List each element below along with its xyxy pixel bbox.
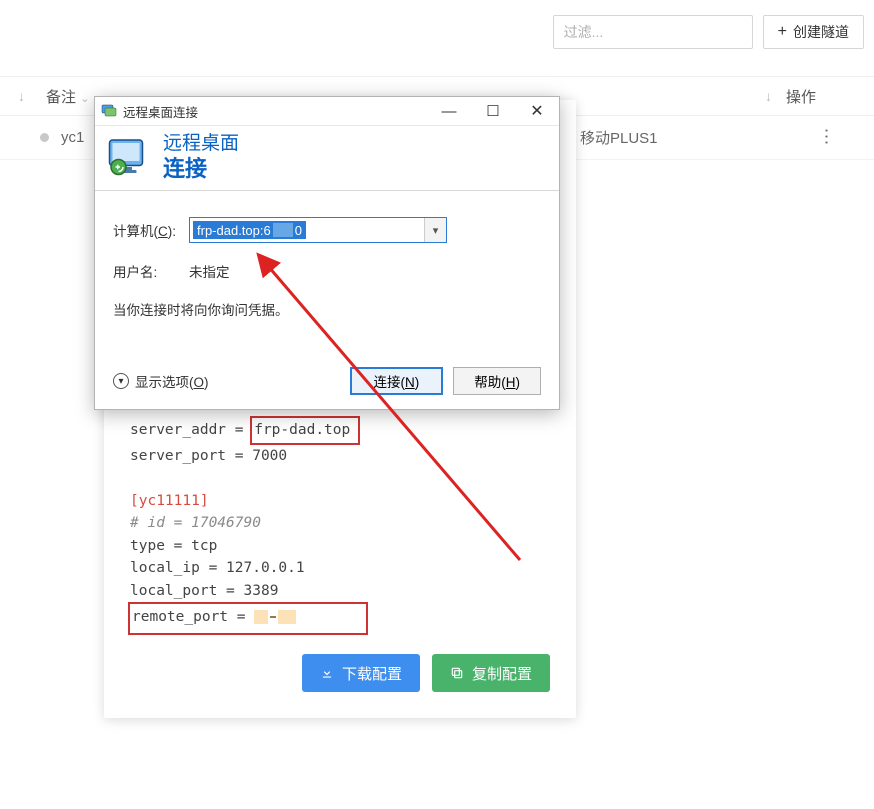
download-icon <box>320 666 334 680</box>
help-button[interactable]: 帮助(H) <box>453 367 541 395</box>
censored-port <box>273 223 293 237</box>
create-tunnel-button[interactable]: + 创建隧道 <box>763 15 864 49</box>
server-addr-highlight: frp-dad.top <box>250 416 360 445</box>
download-config-button[interactable]: 下载配置 <box>302 654 420 692</box>
column-actions: 操作 <box>786 86 846 107</box>
create-label: 创建隧道 <box>793 22 849 42</box>
filter-input[interactable] <box>553 15 753 49</box>
rdc-header-icon <box>105 134 153 182</box>
rdc-window: 远程桌面连接 ― ☐ ✕ 远程桌面 连接 计算机(C): frp-dad.top… <box>94 96 560 410</box>
sort-icon[interactable]: ↓ <box>18 88 32 104</box>
censored-value <box>254 610 268 624</box>
remote-port-highlight: remote_port = <box>128 602 368 635</box>
rdc-window-title: 远程桌面连接 <box>123 102 427 121</box>
status-dot-offline <box>40 133 49 142</box>
username-label: 用户名: <box>113 261 189 281</box>
rdc-titlebar[interactable]: 远程桌面连接 ― ☐ ✕ <box>95 97 559 125</box>
show-options-toggle[interactable]: ▾ 显示选项(O) <box>113 371 209 391</box>
rdc-header-title1: 远程桌面 <box>163 133 239 156</box>
copy-icon <box>450 666 464 680</box>
computer-value-selected: frp-dad.top:60 <box>193 221 306 239</box>
credentials-hint: 当你连接时将向你询问凭据。 <box>113 299 541 319</box>
sort-icon-actions[interactable]: ↓ <box>765 88 772 104</box>
plus-icon: + <box>778 24 787 40</box>
chevron-down-icon: ▾ <box>113 373 129 389</box>
rdc-header: 远程桌面 连接 <box>95 125 559 191</box>
copy-config-button[interactable]: 复制配置 <box>432 654 550 692</box>
computer-label: 计算机(C): <box>113 220 189 240</box>
row-node: 移动PLUS1 <box>580 127 658 148</box>
username-value: 未指定 <box>189 261 230 281</box>
dropdown-arrow-icon[interactable]: ▾ <box>424 218 446 242</box>
maximize-button[interactable]: ☐ <box>471 97 515 125</box>
minimize-button[interactable]: ― <box>427 97 471 125</box>
rdc-app-icon <box>101 103 117 119</box>
computer-combobox[interactable]: frp-dad.top:60 ▾ <box>189 217 447 243</box>
close-button[interactable]: ✕ <box>515 97 559 125</box>
rdc-header-title2: 连接 <box>163 156 239 182</box>
censored-value <box>278 610 296 624</box>
config-code: server_addr = frp-dad.top server_port = … <box>130 416 550 635</box>
row-menu-button[interactable]: ⋯ <box>816 128 837 148</box>
connect-button[interactable]: 连接(N) <box>350 367 444 395</box>
